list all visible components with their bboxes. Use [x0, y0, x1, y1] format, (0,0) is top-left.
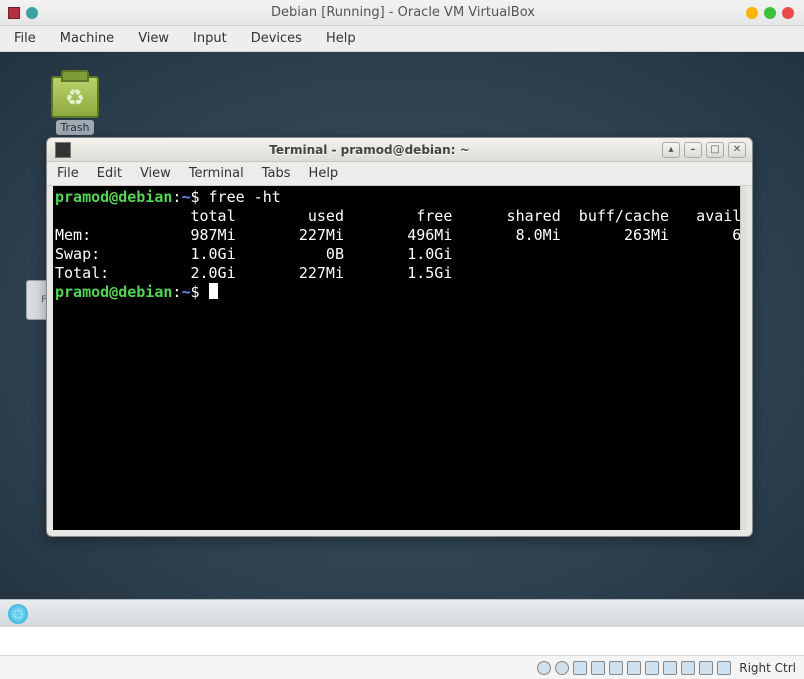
- term-menu-help[interactable]: Help: [309, 166, 339, 181]
- vbox-state-icon: [26, 7, 38, 19]
- vbox-menu-view[interactable]: View: [138, 31, 169, 46]
- vbox-menu-devices[interactable]: Devices: [251, 31, 302, 46]
- terminal-prompt-line-1: pramod@debian:~$ free -ht: [55, 188, 744, 207]
- host-key-label: Right Ctrl: [739, 661, 796, 675]
- terminal-menubar: File Edit View Terminal Tabs Help: [47, 162, 752, 186]
- maximize-dot-icon[interactable]: [764, 7, 776, 19]
- start-menu-button[interactable]: ◌: [8, 604, 28, 624]
- terminal-output-swap: Swap: 1.0Gi 0B 1.0Gi: [55, 245, 744, 264]
- terminal-window: Terminal - pramod@debian: ~ ▴ – □ ✕ File…: [46, 137, 753, 537]
- terminal-minimize-button[interactable]: –: [684, 142, 702, 158]
- terminal-window-title: Terminal - pramod@debian: ~: [77, 143, 662, 157]
- term-menu-tabs[interactable]: Tabs: [262, 166, 291, 181]
- terminal-output-mem: Mem: 987Mi 227Mi 496Mi 8.0Mi 263Mi 615Mi: [55, 226, 744, 245]
- terminal-close-button[interactable]: ✕: [728, 142, 746, 158]
- guest-display: ♻ Trash Fil Terminal - pramod@debian: ~ …: [0, 52, 804, 627]
- status-shared-folder-icon[interactable]: [627, 661, 641, 675]
- terminal-app-icon: [55, 142, 71, 158]
- guest-taskbar: ◌: [0, 599, 804, 627]
- status-features-icon[interactable]: [681, 661, 695, 675]
- status-mouse-icon[interactable]: [699, 661, 713, 675]
- status-keyboard-icon[interactable]: [717, 661, 731, 675]
- cursor-icon: [209, 283, 218, 299]
- terminal-titlebar[interactable]: Terminal - pramod@debian: ~ ▴ – □ ✕: [47, 138, 752, 162]
- terminal-output-total: Total: 2.0Gi 227Mi 1.5Gi: [55, 264, 744, 283]
- terminal-scrollbar[interactable]: [740, 186, 746, 530]
- vbox-menu-help[interactable]: Help: [326, 31, 356, 46]
- vbox-statusbar: Right Ctrl: [0, 655, 804, 679]
- terminal-maximize-button[interactable]: □: [706, 142, 724, 158]
- terminal-prompt-line-2: pramod@debian:~$: [55, 283, 744, 302]
- status-hdd-icon[interactable]: [537, 661, 551, 675]
- minimize-dot-icon[interactable]: [746, 7, 758, 19]
- term-menu-file[interactable]: File: [57, 166, 79, 181]
- term-menu-view[interactable]: View: [140, 166, 171, 181]
- close-dot-icon[interactable]: [782, 7, 794, 19]
- status-optical-icon[interactable]: [555, 661, 569, 675]
- term-menu-edit[interactable]: Edit: [97, 166, 122, 181]
- status-usb-icon[interactable]: [609, 661, 623, 675]
- terminal-body[interactable]: pramod@debian:~$ free -ht total used fre…: [53, 186, 746, 530]
- terminal-output-header: total used free shared buff/cache availa…: [55, 207, 744, 226]
- vbox-menu-input[interactable]: Input: [193, 31, 227, 46]
- status-network-icon[interactable]: [591, 661, 605, 675]
- terminal-shade-button[interactable]: ▴: [662, 142, 680, 158]
- trash-icon: ♻: [51, 76, 99, 118]
- status-display-icon[interactable]: [645, 661, 659, 675]
- status-audio-icon[interactable]: [573, 661, 587, 675]
- vbox-menubar: File Machine View Input Devices Help: [0, 26, 804, 52]
- desktop-trash[interactable]: ♻ Trash: [44, 76, 106, 135]
- status-recording-icon[interactable]: [663, 661, 677, 675]
- vbox-menu-machine[interactable]: Machine: [60, 31, 114, 46]
- vbox-app-icon: [8, 7, 20, 19]
- vbox-menu-file[interactable]: File: [14, 31, 36, 46]
- vbox-window-title: Debian [Running] - Oracle VM VirtualBox: [60, 5, 746, 20]
- trash-label: Trash: [56, 120, 93, 135]
- term-menu-terminal[interactable]: Terminal: [189, 166, 244, 181]
- vbox-titlebar: Debian [Running] - Oracle VM VirtualBox: [0, 0, 804, 26]
- recycle-icon: ♻: [61, 86, 89, 108]
